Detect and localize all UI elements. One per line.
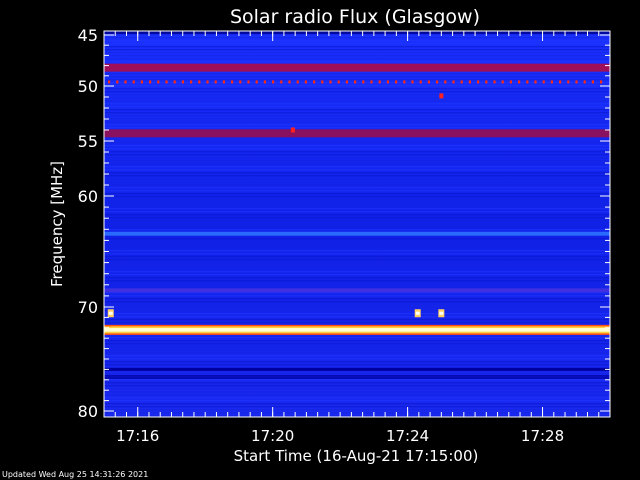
y-tick-label: 60 xyxy=(78,187,98,206)
burst-2 xyxy=(438,309,445,318)
y-tick-label: 55 xyxy=(78,132,98,151)
burst-0 xyxy=(107,309,114,318)
burst-4 xyxy=(290,127,295,133)
burst-1 xyxy=(414,309,421,318)
emission-band-4 xyxy=(104,288,610,293)
y-tick-label: 80 xyxy=(78,402,98,421)
emission-band-2 xyxy=(104,129,610,138)
y-tick-label: 50 xyxy=(78,77,98,96)
emission-band-6 xyxy=(104,367,610,371)
y-tick-label: 45 xyxy=(78,26,98,45)
x-tick-label: 17:24 xyxy=(386,427,429,445)
emission-band-3 xyxy=(104,231,610,236)
x-tick-label: 17:28 xyxy=(521,427,564,445)
y-tick-label: 70 xyxy=(78,298,98,317)
emission-band-0 xyxy=(104,63,610,72)
burst-3 xyxy=(439,93,444,99)
emission-band-1 xyxy=(108,80,603,84)
plot-area xyxy=(104,31,610,417)
spectrogram-chart: Solar radio Flux (Glasgow) 45 50 55 60 70 80 1… xyxy=(2,6,611,479)
x-tick-label: 17:20 xyxy=(251,427,294,445)
x-tick-label: 17:16 xyxy=(116,427,159,445)
y-axis-label: Frequency [MHz] xyxy=(48,161,66,287)
chart-title: Solar radio Flux (Glasgow) xyxy=(230,6,480,28)
x-axis-label: Start Time (16-Aug-21 17:15:00) xyxy=(234,447,479,465)
spectrum-texture xyxy=(104,31,610,417)
emission-band-5 xyxy=(104,324,610,335)
footer-updated: Updated Wed Aug 25 14:31:26 2021 xyxy=(2,470,148,479)
